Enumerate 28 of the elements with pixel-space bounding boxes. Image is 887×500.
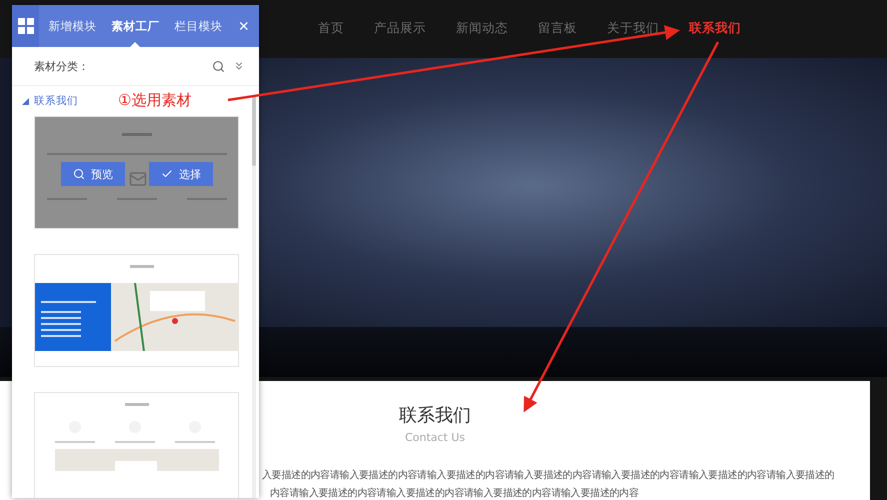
- mail-icon: [129, 170, 147, 188]
- section-subtitle: Contact Us: [404, 431, 466, 444]
- close-button[interactable]: ×: [228, 5, 259, 47]
- category-item[interactable]: 联系我们: [22, 94, 78, 108]
- panel-tab[interactable]: 新增模块: [42, 5, 102, 47]
- nav-link[interactable]: 留言板: [538, 20, 577, 38]
- nav-link[interactable]: 关于我们: [607, 20, 659, 38]
- search-icon: [73, 168, 85, 180]
- nav-link[interactable]: 新闻动态: [456, 20, 508, 38]
- triangle-icon: [22, 98, 29, 104]
- section-title: 联系我们: [399, 404, 471, 427]
- grid-icon[interactable]: [12, 5, 40, 47]
- nav-link[interactable]: 产品展示: [374, 20, 426, 38]
- panel-tab[interactable]: 栏目模块: [168, 5, 228, 47]
- filter-label: 素材分类：: [34, 58, 90, 74]
- template-card[interactable]: [34, 254, 239, 367]
- nav-link[interactable]: 首页: [318, 20, 344, 38]
- annotation-text: ①选用素材: [118, 91, 192, 110]
- preview-button[interactable]: 预览: [61, 162, 125, 186]
- double-chevron-icon[interactable]: [233, 60, 245, 72]
- description-text: 入要描述的内容请输入要描述的内容请输入要描述的内容请输入要描述的内容请输入要描述的内容请输入要描述的内容请输入要描述的: [262, 468, 834, 482]
- description-text: 内容请输入要描述的内容请输入要描述的内容请输入要描述的内容请输入要描述的内容: [269, 486, 640, 500]
- check-icon: [161, 168, 173, 180]
- nav-link[interactable]: 联系我们: [689, 20, 741, 38]
- select-button[interactable]: 选择: [149, 162, 213, 186]
- search-icon[interactable]: [212, 60, 225, 72]
- template-card[interactable]: 预览 选择: [34, 116, 239, 229]
- panel-tab[interactable]: 素材工厂: [105, 5, 166, 47]
